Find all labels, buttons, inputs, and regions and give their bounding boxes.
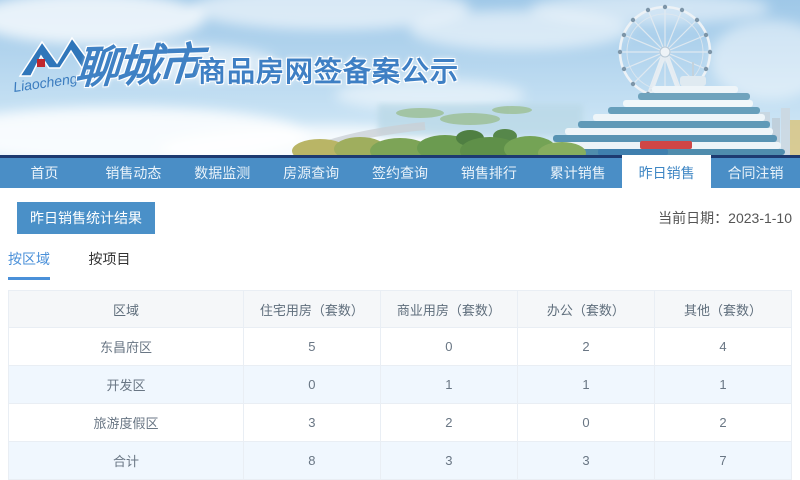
view-tabs: 按区域 按项目	[8, 249, 792, 280]
banner-title: 商品房网签备案公示	[198, 56, 460, 87]
tab-by-project[interactable]: 按项目	[88, 249, 130, 277]
region-cell: 旅游度假区	[8, 403, 244, 442]
table-row-tourism-zone: 旅游度假区 3 2 0 2	[8, 403, 793, 442]
office-cell: 0	[516, 403, 655, 442]
main-nav: 首页 销售动态 数据监测 房源查询 签约查询 销售排行 累计销售 昨日销售 合同…	[0, 155, 800, 188]
sales-table: 区域 住宅用房（套数） 商业用房（套数） 办公（套数） 其他（套数） 东昌府区 …	[8, 290, 793, 480]
region-cell: 开发区	[8, 365, 244, 404]
nav-item-sales-ranking[interactable]: 销售排行	[444, 158, 533, 188]
nav-item-yesterday-sales[interactable]: 昨日销售	[622, 155, 712, 188]
section-title-badge: 昨日销售统计结果	[17, 202, 155, 234]
city-name-calligraphy: 聊城市	[73, 39, 201, 94]
nav-item-cumulative-sales[interactable]: 累计销售	[533, 158, 622, 188]
nav-item-listing-search[interactable]: 房源查询	[267, 158, 356, 188]
commercial-cell: 1	[379, 365, 518, 404]
other-cell: 2	[653, 403, 793, 442]
office-cell: 3	[516, 441, 655, 480]
nav-item-sales-dynamics[interactable]: 销售动态	[89, 158, 178, 188]
table-header-row: 区域 住宅用房（套数） 商业用房（套数） 办公（套数） 其他（套数）	[8, 290, 793, 328]
table-row-kaifaqu: 开发区 0 1 1 1	[8, 365, 793, 404]
column-header-other: 其他（套数）	[653, 290, 793, 328]
residential-cell: 3	[242, 403, 381, 442]
column-header-office: 办公（套数）	[516, 290, 655, 328]
column-header-region: 区域	[8, 290, 244, 328]
other-cell: 4	[653, 327, 793, 366]
tab-by-region[interactable]: 按区域	[8, 249, 50, 280]
commercial-cell: 3	[379, 441, 518, 480]
title-row: 昨日销售统计结果 当前日期：2023-1-10	[8, 202, 792, 234]
commercial-cell: 2	[379, 403, 518, 442]
nav-item-data-monitoring[interactable]: 数据监测	[178, 158, 267, 188]
region-cell: 合计	[8, 441, 244, 480]
office-cell: 2	[516, 327, 655, 366]
current-date-label: 当前日期：2023-1-10	[658, 210, 792, 226]
office-cell: 1	[516, 365, 655, 404]
nav-item-home[interactable]: 首页	[0, 158, 89, 188]
nav-item-contract-search[interactable]: 签约查询	[356, 158, 445, 188]
header-banner: Liaocheng 聊城市 商品房网签备案公示	[0, 0, 800, 155]
other-cell: 1	[653, 365, 793, 404]
region-cell: 东昌府区	[8, 327, 244, 366]
commercial-cell: 0	[379, 327, 518, 366]
nav-item-contract-cancellation[interactable]: 合同注销	[711, 158, 800, 188]
column-header-commercial: 商业用房（套数）	[379, 290, 518, 328]
other-cell: 7	[653, 441, 793, 480]
column-header-residential: 住宅用房（套数）	[242, 290, 381, 328]
residential-cell: 8	[242, 441, 381, 480]
main-content: 昨日销售统计结果 当前日期：2023-1-10 按区域 按项目 区域 住宅用房（…	[0, 202, 800, 480]
residential-cell: 0	[242, 365, 381, 404]
table-row-total: 合计 8 3 3 7	[8, 441, 793, 480]
table-row-dongchangfu: 东昌府区 5 0 2 4	[8, 327, 793, 366]
residential-cell: 5	[242, 327, 381, 366]
